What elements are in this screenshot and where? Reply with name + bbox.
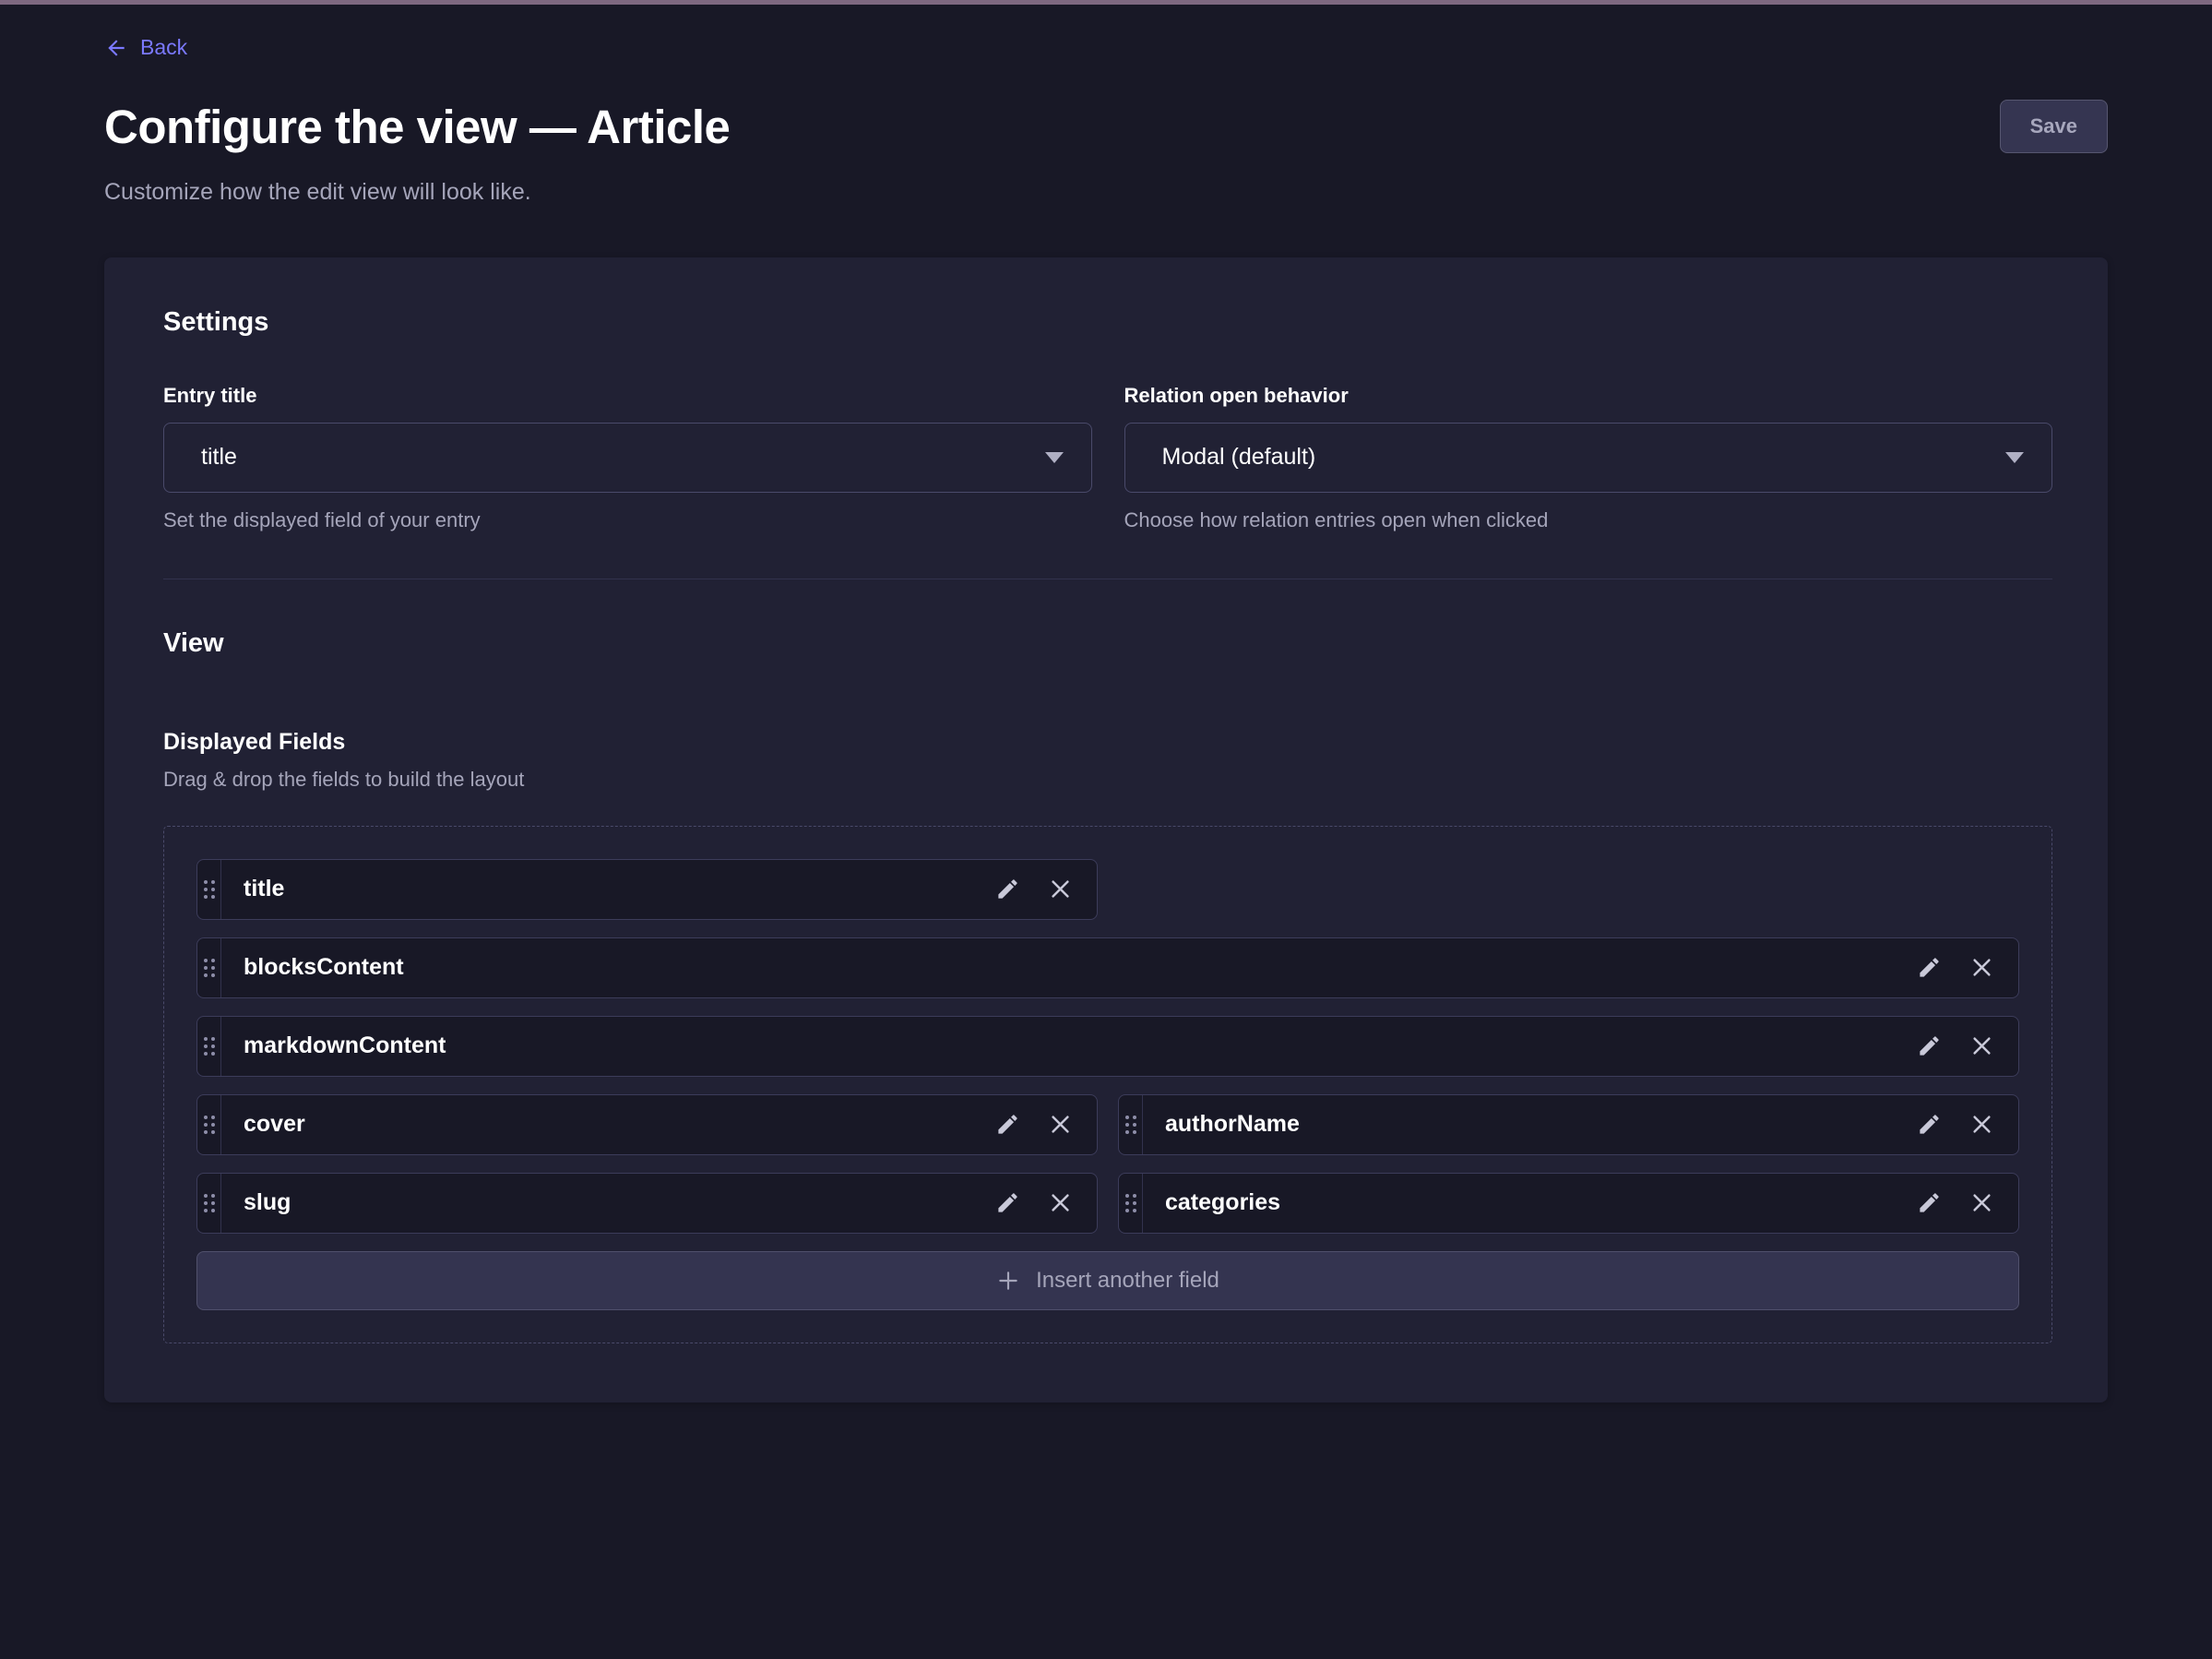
field-row-categories: categories — [1118, 1173, 2019, 1234]
edit-field-button[interactable] — [1917, 955, 1942, 980]
drag-handle[interactable] — [197, 1174, 221, 1233]
configure-view-page: Back Configure the view — Article Save C… — [0, 35, 2212, 1402]
field-name: markdownContent — [221, 1032, 446, 1059]
field-row-blocksContent: blocksContent — [196, 937, 2019, 998]
insert-field-button[interactable]: Insert another field — [196, 1251, 2019, 1310]
drag-dots-icon — [1125, 1116, 1136, 1134]
chevron-down-icon — [2005, 452, 2024, 463]
relation-behavior-value: Modal (default) — [1162, 444, 1316, 471]
displayed-fields-label: Displayed Fields — [163, 729, 2052, 756]
back-link[interactable]: Back — [104, 35, 187, 60]
relation-behavior-label: Relation open behavior — [1124, 384, 2053, 408]
field-row-cover: cover — [196, 1094, 1098, 1155]
drag-dots-icon — [204, 1037, 215, 1056]
page-title: Configure the view — Article — [104, 100, 730, 154]
back-label: Back — [140, 35, 187, 60]
edit-field-button[interactable] — [1917, 1190, 1942, 1215]
drag-drop-hint: Drag & drop the fields to build the layo… — [163, 768, 2052, 792]
environment-strip — [0, 0, 2212, 5]
page-subtitle: Customize how the edit view will look li… — [104, 179, 2108, 206]
edit-field-button[interactable] — [1917, 1112, 1942, 1137]
relation-behavior-field: Relation open behavior Modal (default) C… — [1124, 384, 2053, 532]
entry-title-field: Entry title title Set the displayed fiel… — [163, 384, 1092, 532]
field-name: slug — [221, 1189, 291, 1216]
remove-field-button[interactable] — [1969, 1112, 1994, 1137]
drag-dots-icon — [204, 1194, 215, 1212]
entry-title-select[interactable]: title — [163, 423, 1092, 493]
plus-icon — [996, 1269, 1020, 1293]
field-row-title: title — [196, 859, 1098, 920]
edit-field-button[interactable] — [995, 877, 1020, 901]
edit-field-button[interactable] — [1917, 1033, 1942, 1058]
relation-behavior-select[interactable]: Modal (default) — [1124, 423, 2053, 493]
fields-dropzone: title blocksContent — [163, 826, 2052, 1343]
edit-field-button[interactable] — [995, 1112, 1020, 1137]
drag-handle[interactable] — [197, 1017, 221, 1076]
field-name: cover — [221, 1111, 305, 1138]
field-name: categories — [1143, 1189, 1280, 1216]
drag-handle[interactable] — [1119, 1174, 1143, 1233]
field-name: title — [221, 876, 284, 902]
field-name: blocksContent — [221, 954, 404, 981]
drag-handle[interactable] — [197, 1095, 221, 1154]
remove-field-button[interactable] — [1048, 1112, 1073, 1137]
edit-field-button[interactable] — [995, 1190, 1020, 1215]
field-name: authorName — [1143, 1111, 1300, 1138]
save-button[interactable]: Save — [2000, 100, 2108, 153]
drag-handle[interactable] — [1119, 1095, 1143, 1154]
drag-dots-icon — [204, 880, 215, 899]
remove-field-button[interactable] — [1969, 955, 1994, 980]
drag-handle[interactable] — [197, 938, 221, 997]
entry-title-label: Entry title — [163, 384, 1092, 408]
remove-field-button[interactable] — [1048, 877, 1073, 901]
insert-field-label: Insert another field — [1036, 1268, 1219, 1294]
back-arrow-icon — [104, 36, 128, 60]
view-heading: View — [163, 628, 2052, 659]
remove-field-button[interactable] — [1048, 1190, 1073, 1215]
drag-dots-icon — [204, 1116, 215, 1134]
remove-field-button[interactable] — [1969, 1033, 1994, 1058]
entry-title-value: title — [201, 444, 237, 471]
relation-behavior-hint: Choose how relation entries open when cl… — [1124, 508, 2053, 532]
field-row-authorName: authorName — [1118, 1094, 2019, 1155]
field-row-slug: slug — [196, 1173, 1098, 1234]
entry-title-hint: Set the displayed field of your entry — [163, 508, 1092, 532]
settings-card: Settings Entry title title Set the displ… — [104, 257, 2108, 1402]
settings-heading: Settings — [163, 307, 2052, 338]
drag-dots-icon — [204, 959, 215, 977]
drag-handle[interactable] — [197, 860, 221, 919]
drag-dots-icon — [1125, 1194, 1136, 1212]
chevron-down-icon — [1045, 452, 1064, 463]
remove-field-button[interactable] — [1969, 1190, 1994, 1215]
field-row-markdownContent: markdownContent — [196, 1016, 2019, 1077]
